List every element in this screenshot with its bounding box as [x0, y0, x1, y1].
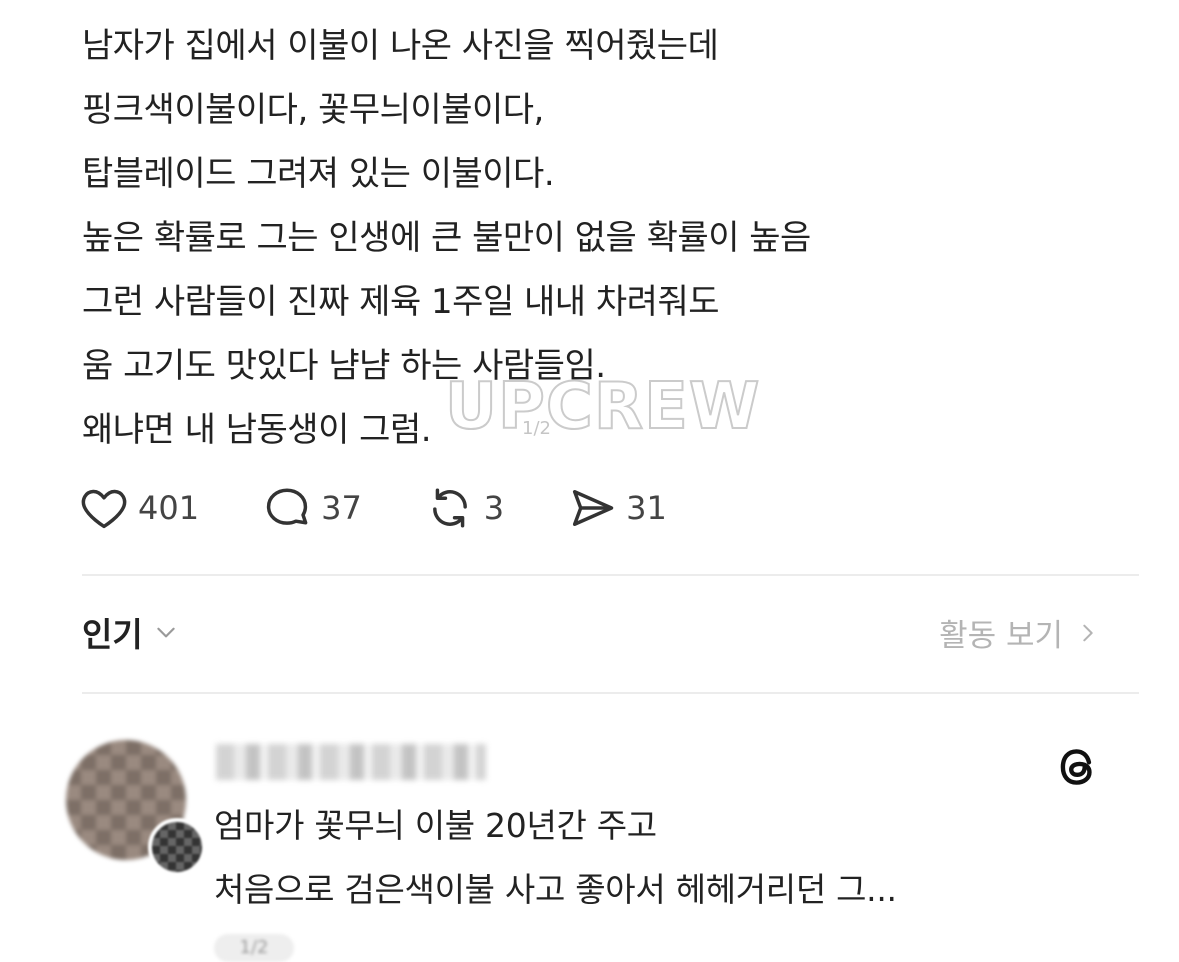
chevron-down-icon [157, 627, 175, 638]
post-actions: 401 37 3 31 [78, 482, 729, 534]
threads-logo-icon[interactable] [1053, 742, 1103, 792]
share-button[interactable]: 31 [566, 482, 667, 534]
post-line: 핑크색이불이다, 꽃무늬이불이다, [82, 90, 544, 130]
comment-count: 37 [321, 489, 362, 527]
post-line: 움 고기도 맛있다 냠냠 하는 사람들임. [82, 346, 606, 386]
post-line: 높은 확률로 그는 인생에 큰 불만이 없을 확률이 높음 [82, 218, 811, 258]
chevron-right-icon [1083, 624, 1093, 641]
post-page-indicator: 1/2 [522, 418, 551, 439]
post-line: 왜냐면 내 남동생이 그럼. [82, 410, 432, 450]
like-count: 401 [138, 489, 200, 527]
like-button[interactable]: 401 [78, 482, 199, 534]
post-line: 탑블레이드 그려져 있는 이불이다. [82, 154, 555, 194]
sort-dropdown[interactable]: 인기 [82, 608, 179, 656]
reply-line: 엄마가 꽃무늬 이불 20년간 주고 [214, 806, 657, 845]
post-line: 그런 사람들이 진짜 제육 1주일 내내 차려줘도 [82, 282, 720, 322]
username-blurred[interactable] [216, 744, 486, 780]
activity-label: 활동 보기 [939, 618, 1063, 654]
comment-bubble-icon [266, 488, 308, 525]
post-line: 남자가 집에서 이불이 나온 사진을 찍어줬는데 [82, 26, 719, 66]
divider [82, 692, 1139, 694]
send-icon [573, 490, 614, 526]
view-activity-link[interactable]: 활동 보기 [939, 610, 1099, 655]
share-count: 31 [626, 489, 667, 527]
reply-page-indicator: 1/2 [214, 934, 294, 962]
post-body: 남자가 집에서 이불이 나온 사진을 찍어줬는데 핑크색이불이다, 꽃무늬이불이… [82, 14, 1082, 462]
avatar-badge [148, 818, 206, 876]
repost-icon [432, 488, 467, 528]
reply-line: 처음으로 검은색이불 사고 좋아서 헤헤거리던 그... [214, 870, 897, 909]
heart-icon [81, 489, 127, 529]
reply-body: 엄마가 꽃무늬 이불 20년간 주고 처음으로 검은색이불 사고 좋아서 헤헤거… [214, 794, 897, 922]
divider [82, 574, 1139, 576]
repost-count: 3 [483, 489, 505, 527]
sort-label: 인기 [82, 615, 143, 654]
comment-button[interactable]: 37 [261, 482, 362, 534]
repost-button[interactable]: 3 [424, 482, 504, 534]
